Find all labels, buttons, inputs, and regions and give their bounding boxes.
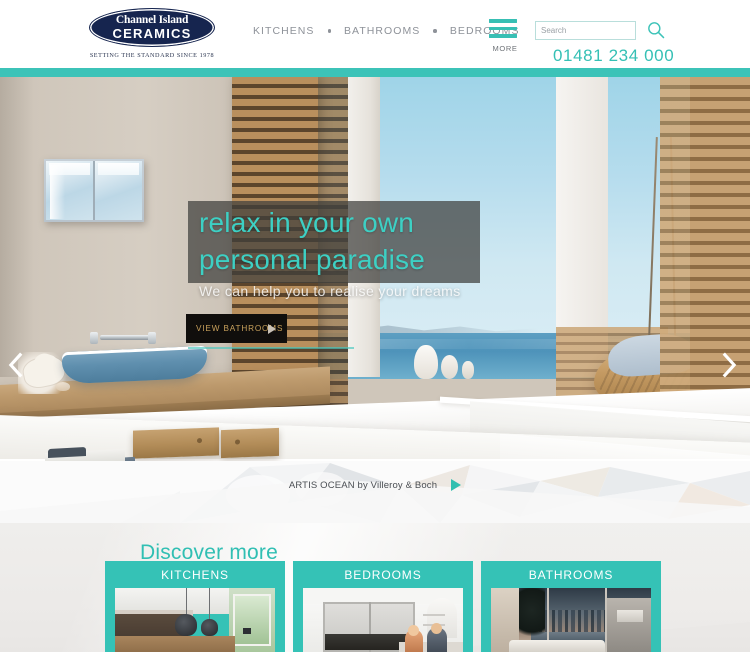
carousel-prev-button[interactable] (0, 344, 30, 386)
view-bathrooms-button[interactable]: VIEW BATHROOMS (186, 314, 287, 343)
nav-item-bathrooms[interactable]: BATHROOMS (344, 25, 420, 37)
hero-headline-line-1: relax in your own (199, 207, 415, 238)
hero-accent-underline (188, 347, 354, 349)
hero-headline-line-2: personal paradise (199, 243, 425, 275)
chevron-right-icon (722, 352, 736, 378)
logo-line-2: CERAMICS (112, 26, 192, 42)
hero-carousel: relax in your own personal paradise We c… (0, 77, 750, 461)
logo-tagline: SETTING THE STANDARD SINCE 1978 (89, 52, 215, 59)
site-header: Channel Island CERAMICS SETTING THE STAN… (0, 0, 750, 68)
nav-separator-dot (433, 29, 437, 33)
category-card-image-bathrooms (491, 588, 651, 652)
carousel-next-button[interactable] (714, 344, 744, 386)
category-card-kitchens[interactable]: KITCHENS (105, 561, 285, 652)
slide-caption-band: ARTIS OCEAN by Villeroy & Boch (0, 461, 750, 523)
hero-headline: relax in your own personal paradise (199, 205, 559, 279)
homepage: Channel Island CERAMICS SETTING THE STAN… (0, 0, 750, 652)
hamburger-icon-bar (489, 34, 517, 38)
search-input[interactable] (535, 20, 636, 40)
more-menu-button[interactable]: MORE (489, 19, 521, 53)
slide-caption-text: ARTIS OCEAN by Villeroy & Boch (288, 479, 438, 491)
more-menu-label: MORE (492, 43, 518, 53)
main-navigation: KITCHENS BATHROOMS BEDROOMS (253, 25, 520, 37)
logo-line-1: Channel Island (115, 13, 189, 26)
category-card-list: KITCHENS BEDROOMS BATHROOMS (105, 561, 661, 652)
logo-badge: Channel Island CERAMICS (89, 8, 215, 47)
category-card-bathrooms[interactable]: BATHROOMS (481, 561, 661, 652)
slide-caption: ARTIS OCEAN by Villeroy & Boch (0, 479, 750, 491)
site-logo[interactable]: Channel Island CERAMICS SETTING THE STAN… (86, 8, 218, 59)
search-area (535, 20, 666, 40)
category-card-title: KITCHENS (161, 567, 229, 582)
phone-number[interactable]: 01481 234 000 (553, 46, 674, 66)
nav-item-kitchens[interactable]: KITCHENS (253, 25, 315, 37)
search-icon[interactable] (646, 20, 666, 40)
hero-subtitle: We can help you to realise your dreams (199, 283, 461, 299)
category-card-bedrooms[interactable]: BEDROOMS (293, 561, 473, 652)
play-icon[interactable] (451, 479, 462, 491)
hamburger-icon-bar (489, 19, 517, 23)
decorative-polygon-pattern (0, 461, 750, 523)
category-card-title: BATHROOMS (528, 567, 614, 582)
play-triangle-icon (268, 324, 276, 334)
hamburger-icon-bar (489, 26, 517, 30)
category-card-image-kitchens (115, 588, 275, 652)
category-card-image-bedrooms (303, 588, 463, 652)
nav-separator-dot (327, 29, 331, 33)
category-card-title: BEDROOMS (344, 567, 422, 582)
chevron-left-icon (8, 352, 22, 378)
header-accent-rule (0, 68, 750, 77)
